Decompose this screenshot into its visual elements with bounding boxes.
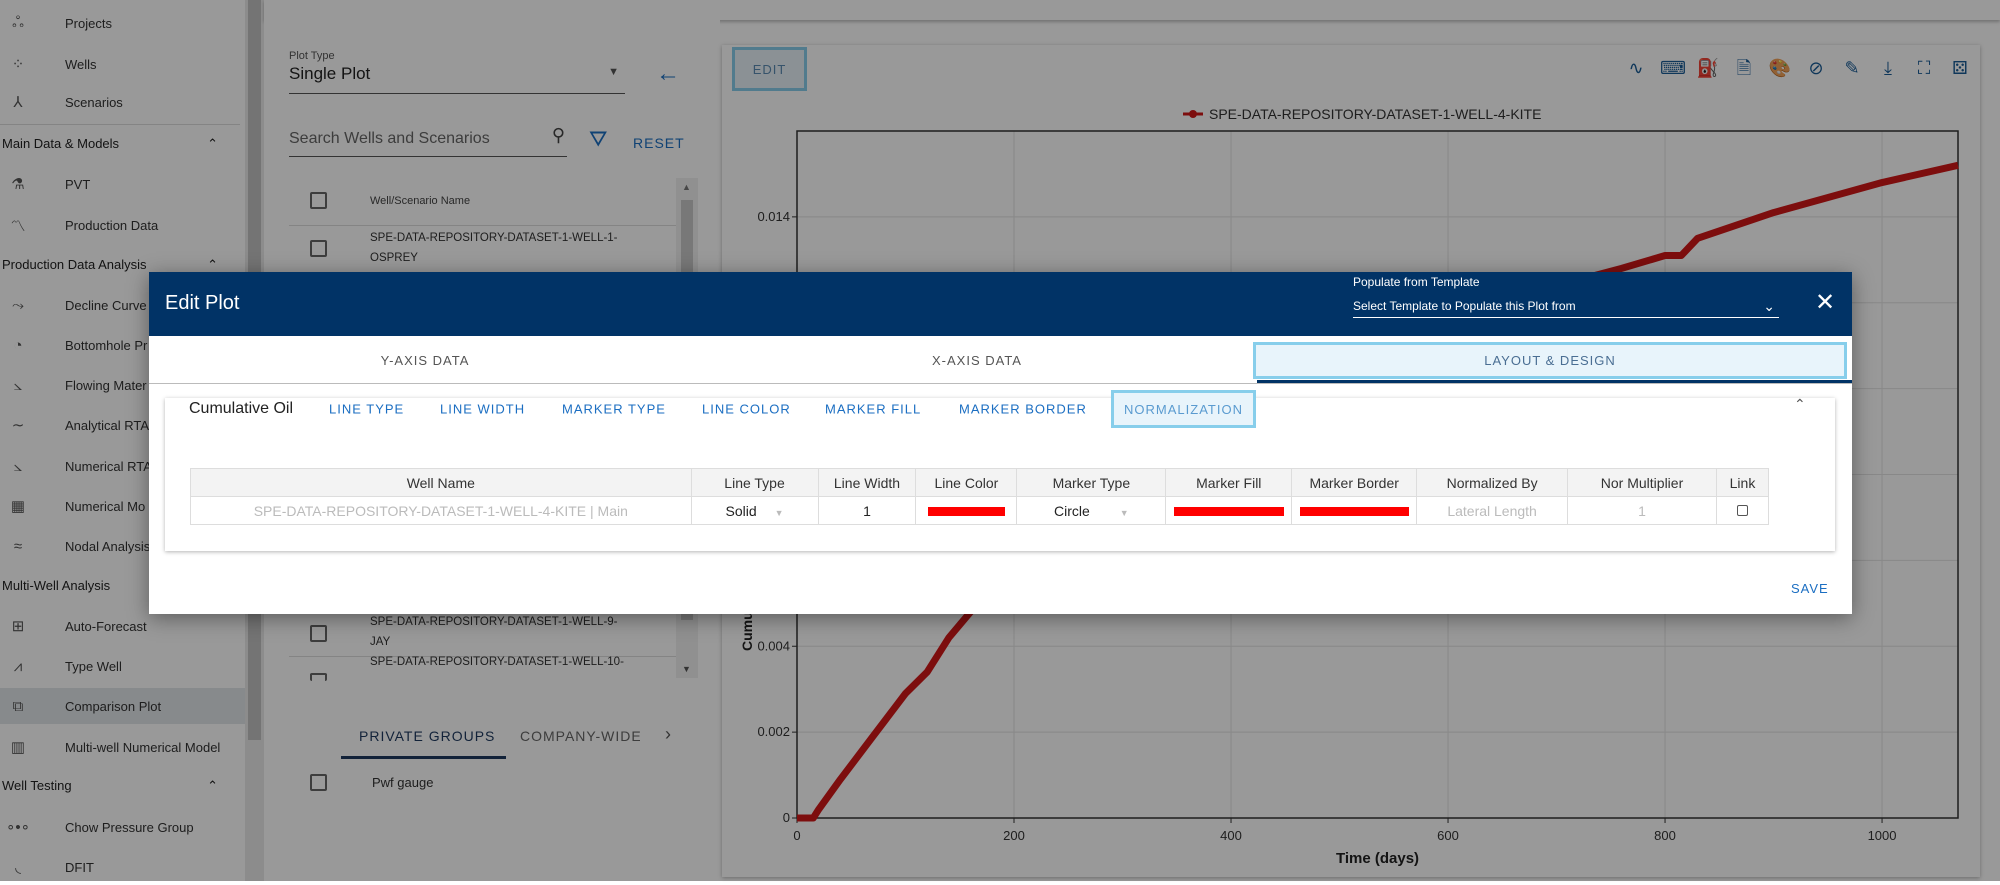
divider [149,383,1852,384]
link-checkbox[interactable] [1715,496,1770,525]
col-well-name: Well Name [190,468,692,497]
table-row: SPE-DATA-REPOSITORY-DATASET-1-WELL-4-KIT… [190,496,1770,525]
col-marker-fill: Marker Fill [1165,468,1293,497]
collapse-icon[interactable]: ⌃ [1794,396,1806,413]
col-nor-multiplier: Nor Multiplier [1567,468,1717,497]
tab-y-axis-data[interactable]: Y-AXIS DATA [149,336,701,384]
tab-layout-design[interactable]: LAYOUT & DESIGN [1253,342,1847,379]
subtab-marker-border[interactable]: MARKER BORDER [959,402,1087,417]
col-line-type: Line Type [690,468,819,497]
marker-border-swatch [1299,507,1409,517]
col-line-width: Line Width [817,468,917,497]
marker-border-picker[interactable] [1291,496,1418,525]
line-width-input[interactable]: 1 [817,496,917,525]
line-color-swatch [927,507,1006,517]
tab-x-axis-data[interactable]: X-AXIS DATA [701,336,1253,384]
nor-multiplier-input[interactable]: 1 [1567,496,1717,525]
save-button[interactable]: SAVE [1791,581,1829,596]
marker-fill-swatch [1173,507,1284,517]
marker-type-select[interactable]: Circle ▼ [1016,496,1167,525]
line-type-value: Solid [725,502,757,519]
dropdown-arrow-icon: ▼ [774,507,784,518]
line-color-picker[interactable] [915,496,1018,525]
checkbox[interactable] [1736,504,1748,516]
col-marker-border: Marker Border [1291,468,1418,497]
well-name-cell: SPE-DATA-REPOSITORY-DATASET-1-WELL-4-KIT… [190,496,692,525]
subtab-line-color[interactable]: LINE COLOR [702,402,791,417]
section-title: Cumulative Oil [189,400,294,417]
edit-plot-dialog: Edit Plot Populate from Template Select … [149,272,1852,614]
col-marker-type: Marker Type [1016,468,1167,497]
col-normalized-by: Normalized By [1416,468,1569,497]
template-placeholder: Select Template to Populate this Plot fr… [1353,299,1576,313]
template-label: Populate from Template [1353,275,1480,289]
chevron-down-icon: ⌄ [1763,298,1775,314]
col-link: Link [1715,468,1770,497]
marker-type-value: Circle [1053,502,1090,519]
subtab-normalization[interactable]: NORMALIZATION [1111,390,1256,428]
style-table: Well Name Line Type Line Width Line Colo… [190,468,1770,525]
template-select[interactable]: Select Template to Populate this Plot fr… [1353,294,1779,318]
marker-fill-picker[interactable] [1165,496,1293,525]
dialog-header: Edit Plot Populate from Template Select … [149,272,1852,336]
col-line-color: Line Color [915,468,1018,497]
dropdown-arrow-icon: ▼ [1119,507,1129,518]
close-icon[interactable]: ✕ [1815,288,1835,317]
table-header-row: Well Name Line Type Line Width Line Colo… [190,468,1770,497]
line-type-select[interactable]: Solid ▼ [690,496,819,525]
subtab-line-type[interactable]: LINE TYPE [329,402,404,417]
subtab-line-width[interactable]: LINE WIDTH [440,402,525,417]
subtab-marker-fill[interactable]: MARKER FILL [825,402,921,417]
subtab-marker-type[interactable]: MARKER TYPE [562,402,666,417]
dialog-title: Edit Plot [165,292,240,314]
normalized-by-select[interactable]: Lateral Length [1416,496,1569,525]
